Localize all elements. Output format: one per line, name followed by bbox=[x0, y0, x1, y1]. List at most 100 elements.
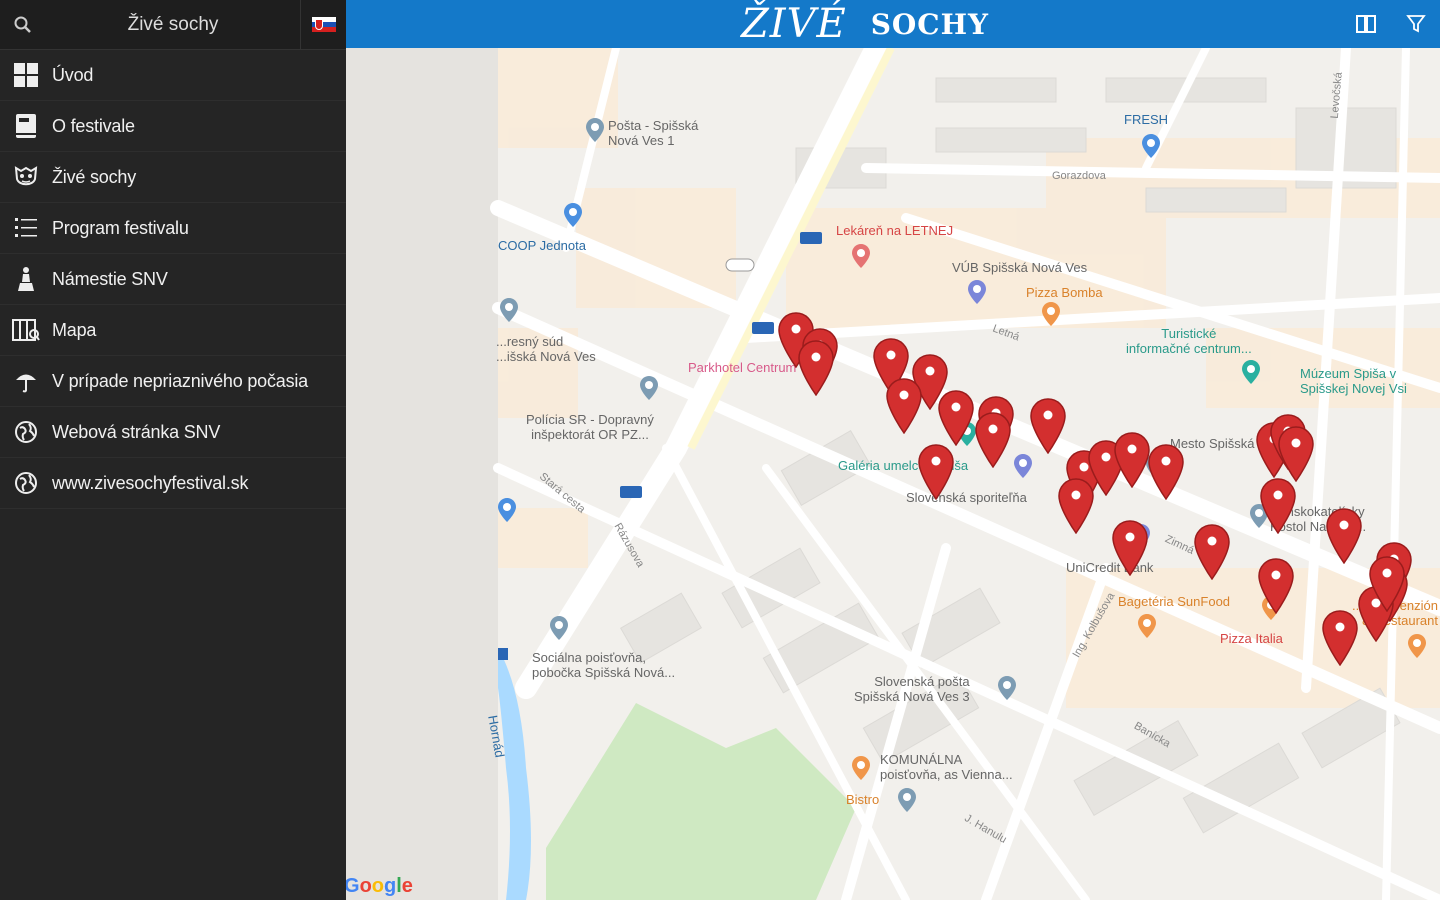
sculpture-pin-icon[interactable] bbox=[1114, 432, 1150, 488]
sidebar-item-namestie[interactable]: Námestie SNV bbox=[0, 254, 346, 305]
map-view[interactable]: Pošta - Spišská Nová Ves 1 FRESH COOP Je… bbox=[346, 48, 1440, 900]
map-label: Slovenská pošta Spišská Nová Ves 3 bbox=[854, 674, 970, 704]
street-label: Gorazdova bbox=[1052, 170, 1106, 182]
sculpture-pin-icon[interactable] bbox=[938, 390, 974, 446]
restaurant-poi-icon[interactable] bbox=[1042, 302, 1060, 326]
app-logo: ŽIVÉ SOCHY bbox=[741, 1, 990, 47]
map-label: Lekáreň na LETNEJ bbox=[836, 223, 954, 238]
sculpture-pin-icon[interactable] bbox=[975, 412, 1011, 468]
monument-icon bbox=[18, 267, 34, 291]
sculpture-pin-icon[interactable] bbox=[1030, 398, 1066, 454]
map-icon bbox=[12, 319, 40, 341]
bank-poi-icon[interactable] bbox=[968, 280, 986, 304]
map-label: ...resný súd ...išská Nová Ves bbox=[496, 334, 596, 364]
pharmacy-poi-icon[interactable] bbox=[852, 244, 870, 268]
book-icon bbox=[16, 114, 36, 138]
panel-toggle-button[interactable] bbox=[1354, 12, 1378, 36]
post-office-poi-icon[interactable] bbox=[998, 676, 1016, 700]
shop-poi-icon[interactable] bbox=[1142, 134, 1160, 158]
map-label: KOMUNÁLNA poisťovňa, as Vienna... bbox=[880, 752, 1013, 782]
globe-icon bbox=[15, 472, 37, 494]
sculpture-pin-icon[interactable] bbox=[1058, 478, 1094, 534]
sculpture-pin-icon[interactable] bbox=[798, 340, 834, 396]
sidebar-item-label: Mapa bbox=[52, 319, 97, 340]
sculpture-pin-icon[interactable] bbox=[1326, 508, 1362, 564]
police-poi-icon[interactable] bbox=[640, 376, 658, 400]
mask-icon bbox=[14, 166, 38, 186]
globe-icon bbox=[15, 421, 37, 443]
sidebar: Živé sochy Úvod O festivale Živé sochy P… bbox=[0, 0, 346, 900]
google-letter: e bbox=[401, 875, 413, 897]
search-button[interactable] bbox=[0, 0, 46, 50]
insurance-poi-icon[interactable] bbox=[852, 756, 870, 780]
map-label: Polícia SR - Dopravný inšpektorát OR PZ.… bbox=[526, 412, 654, 442]
map-label: Sociálna poisťovňa, pobočka Spišská Nová… bbox=[532, 650, 676, 680]
map-label: Bagetéria SunFood bbox=[1118, 594, 1231, 609]
sidebar-item-label: Úvod bbox=[52, 64, 94, 85]
slovak-flag-icon bbox=[311, 16, 336, 33]
sidebar-item-label: O festivale bbox=[52, 115, 135, 136]
google-logo: Google bbox=[346, 875, 413, 898]
map-label: Pizza Bomba bbox=[1026, 285, 1103, 300]
sidebar-item-mapa[interactable]: Mapa bbox=[0, 305, 346, 356]
restaurant-poi-icon[interactable] bbox=[1138, 614, 1156, 638]
bank-poi-icon[interactable] bbox=[1014, 454, 1032, 478]
map-label: Múzeum Spiša v Spišskej Novej Vsi bbox=[1300, 366, 1407, 396]
sculpture-pin-icon[interactable] bbox=[1322, 610, 1358, 666]
bistro-poi-icon[interactable] bbox=[898, 788, 916, 812]
sculpture-pin-icon[interactable] bbox=[1148, 444, 1184, 500]
sculpture-pin-icon[interactable] bbox=[1260, 478, 1296, 534]
sidebar-item-label: Živé sochy bbox=[52, 166, 137, 187]
language-button[interactable] bbox=[300, 0, 346, 50]
sidebar-item-pocasie[interactable]: V prípade nepriaznivého počasia bbox=[0, 356, 346, 407]
google-letter: G bbox=[346, 875, 360, 897]
umbrella-icon bbox=[16, 374, 36, 393]
sculpture-pin-icon[interactable] bbox=[1369, 556, 1405, 612]
sidebar-item-label: Webová stránka SNV bbox=[52, 421, 221, 442]
sidebar-item-uvod[interactable]: Úvod bbox=[0, 50, 346, 101]
google-letter: o bbox=[359, 875, 372, 897]
logo-text-zive: ŽIVÉ bbox=[741, 1, 847, 47]
info-poi-icon[interactable] bbox=[1242, 360, 1260, 384]
shop-poi-icon[interactable] bbox=[564, 203, 582, 227]
map-label: Bistro bbox=[846, 792, 880, 807]
sidebar-title: Živé sochy bbox=[127, 13, 219, 35]
post-office-poi-icon[interactable] bbox=[586, 118, 604, 142]
filter-icon bbox=[1406, 15, 1426, 33]
map-label: Turistické informačné centrum... bbox=[1126, 326, 1252, 356]
sculpture-pin-icon[interactable] bbox=[918, 444, 954, 500]
sidebar-item-label: www.zivesochyfestival.sk bbox=[52, 472, 249, 493]
sidebar-item-o-festivale[interactable]: O festivale bbox=[0, 101, 346, 152]
map-label: COOP Jednota bbox=[498, 238, 586, 253]
sidebar-item-label: Námestie SNV bbox=[52, 268, 168, 289]
sidebar-item-label: Program festivalu bbox=[52, 217, 189, 238]
panel-icon bbox=[1356, 15, 1376, 33]
filter-button[interactable] bbox=[1404, 12, 1428, 36]
sculpture-pin-icon[interactable] bbox=[1258, 558, 1294, 614]
sidebar-item-label: V prípade nepriaznivého počasia bbox=[52, 370, 308, 391]
top-bar: ŽIVÉ SOCHY bbox=[346, 0, 1440, 48]
shop-poi-icon[interactable] bbox=[498, 498, 516, 522]
sidebar-item-webova-stranka[interactable]: Webová stránka SNV bbox=[0, 407, 346, 458]
court-poi-icon[interactable] bbox=[500, 298, 518, 322]
sculpture-pin-icon[interactable] bbox=[1194, 524, 1230, 580]
map-label: VÚB Spišská Nová Ves bbox=[952, 260, 1088, 275]
sidebar-item-festival-web[interactable]: www.zivesochyfestival.sk bbox=[0, 458, 346, 509]
map-label: Pošta - Spišská Nová Ves 1 bbox=[608, 118, 699, 148]
list-icon bbox=[15, 218, 37, 237]
grid-icon bbox=[14, 63, 38, 87]
sidebar-item-program[interactable]: Program festivalu bbox=[0, 203, 346, 254]
restaurant-poi-icon[interactable] bbox=[1408, 634, 1426, 658]
insurance-poi-icon[interactable] bbox=[550, 616, 568, 640]
logo-text-sochy: SOCHY bbox=[870, 7, 990, 41]
sculpture-pin-icon[interactable] bbox=[1278, 426, 1314, 482]
map-label: Pizza Italia bbox=[1220, 631, 1283, 646]
search-icon bbox=[14, 16, 31, 33]
sculpture-pin-icon[interactable] bbox=[1112, 520, 1148, 576]
google-letter: o bbox=[371, 875, 384, 897]
google-letter: g bbox=[384, 875, 397, 897]
sidebar-header: Živé sochy bbox=[0, 0, 346, 50]
map-label: FRESH bbox=[1124, 112, 1169, 127]
sidebar-item-zive-sochy[interactable]: Živé sochy bbox=[0, 152, 346, 203]
sculpture-pin-icon[interactable] bbox=[886, 378, 922, 434]
